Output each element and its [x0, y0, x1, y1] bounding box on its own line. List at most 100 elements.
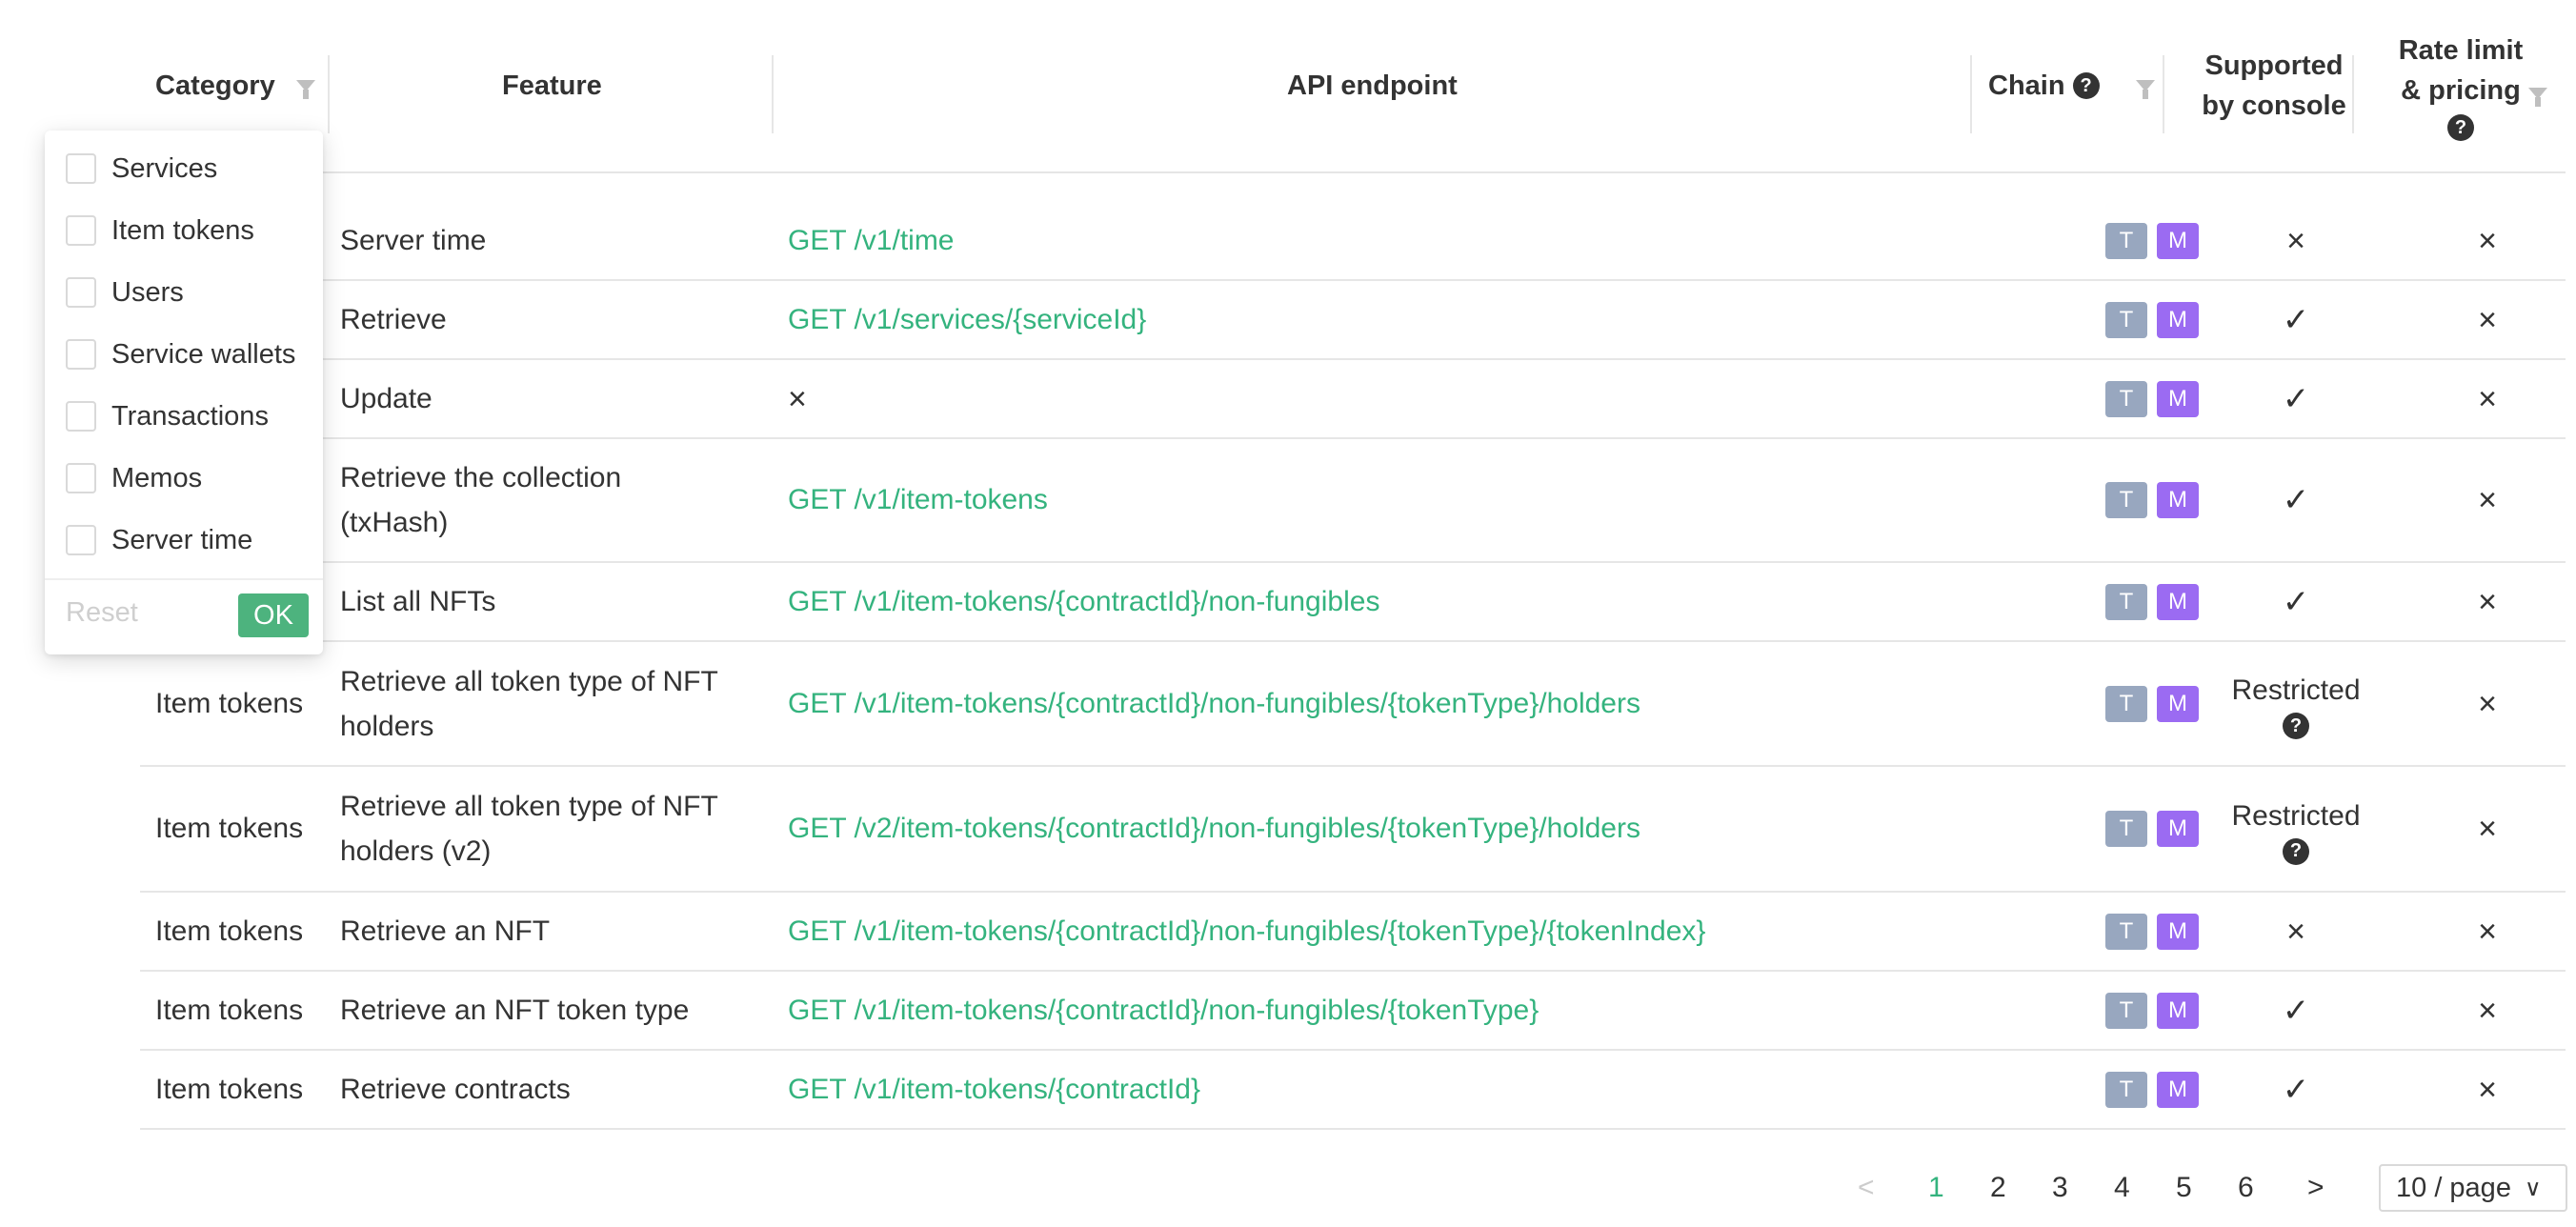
chain-badge-t: T [2105, 811, 2147, 847]
chain-badge-t: T [2105, 222, 2147, 259]
category-cell: Item tokens [155, 813, 304, 844]
table-row: Retrieve the collection (txHash) GET /v1… [140, 439, 2566, 563]
feature-cell: Retrieve an NFT [340, 915, 551, 947]
prev-page-button[interactable]: < [1858, 1172, 1875, 1204]
check-icon: ✓ [2282, 482, 2310, 518]
checkbox[interactable] [66, 339, 96, 370]
feature-cell: List all NFTs [340, 586, 496, 617]
header-divider [328, 55, 330, 133]
feature-cell: Retrieve [340, 304, 447, 335]
ok-button[interactable]: OK [238, 593, 309, 637]
table-row: Item tokens Retrieve all token type of N… [140, 767, 2566, 893]
check-icon: ✓ [2282, 380, 2310, 417]
checkbox[interactable] [66, 215, 96, 246]
help-icon[interactable]: ? [2283, 837, 2309, 865]
feature-cell: Retrieve an NFT token type [340, 995, 690, 1026]
x-icon: × [2478, 992, 2497, 1029]
header-divider [772, 55, 774, 133]
api-endpoint-link[interactable]: GET /v1/item-tokens/{contractId}/non-fun… [788, 688, 1640, 720]
filter-option-users[interactable]: Users [66, 273, 184, 312]
checkbox[interactable] [66, 525, 96, 555]
chain-badge-t: T [2105, 380, 2147, 417]
x-icon: × [2478, 301, 2497, 338]
checkbox[interactable] [66, 153, 96, 184]
x-icon: × [2478, 380, 2497, 417]
page-6[interactable]: 6 [2238, 1172, 2254, 1204]
filter-option-item-tokens[interactable]: Item tokens [66, 211, 254, 250]
chain-badge-t: T [2105, 685, 2147, 722]
x-icon: × [2478, 1071, 2497, 1108]
page-size-select[interactable]: 10 / page ∨ [2379, 1164, 2567, 1212]
filter-option-transactions[interactable]: Transactions [66, 397, 269, 435]
x-icon: × [2478, 482, 2497, 518]
x-icon: × [2286, 913, 2305, 950]
api-endpoint-link[interactable]: GET /v1/item-tokens [788, 484, 1048, 516]
check-icon: ✓ [2282, 583, 2310, 620]
filter-option-server-time[interactable]: Server time [66, 521, 252, 559]
x-icon: × [2286, 222, 2305, 259]
table-row: Server time GET /v1/time TM × × [140, 202, 2566, 281]
help-icon[interactable]: ? [2447, 114, 2474, 141]
header-divider [2163, 55, 2164, 133]
category-cell: Item tokens [155, 687, 304, 719]
category-filter-dropdown: Services Item tokens Users Service walle… [45, 131, 323, 654]
x-icon: × [2478, 811, 2497, 847]
filter-option-memos[interactable]: Memos [66, 459, 202, 497]
feature-cell: Retrieve the collection (txHash) [340, 462, 622, 538]
chain-badge-t: T [2105, 1071, 2147, 1108]
table-row: Item tokens Retrieve all token type of N… [140, 642, 2566, 767]
chain-badge-t: T [2105, 583, 2147, 620]
page-1[interactable]: 1 [1928, 1172, 1944, 1204]
chain-badge-t: T [2105, 482, 2147, 518]
x-icon: × [2478, 222, 2497, 259]
help-icon[interactable]: ? [2283, 713, 2309, 739]
check-icon: ✓ [2282, 1071, 2310, 1108]
category-cell: Item tokens [155, 1073, 304, 1105]
table-header: Category Feature API endpoint Chain ? Su… [140, 0, 2566, 173]
checkbox[interactable] [66, 401, 96, 432]
api-endpoint-link[interactable]: GET /v1/item-tokens/{contractId} [788, 1074, 1200, 1106]
filter-icon[interactable] [295, 80, 315, 99]
table-row: Update × TM ✓ × [140, 360, 2566, 439]
table-row: Retrieve GET /v1/services/{serviceId} TM… [140, 281, 2566, 360]
filter-option-service-wallets[interactable]: Service wallets [66, 335, 295, 373]
table-row: List all NFTs GET /v1/item-tokens/{contr… [140, 563, 2566, 642]
api-endpoint-link[interactable]: GET /v1/item-tokens/{contractId}/non-fun… [788, 915, 1705, 948]
chain-badge-t: T [2105, 913, 2147, 950]
restricted-label: Restricted [2231, 799, 2361, 832]
check-icon: ✓ [2282, 992, 2310, 1029]
filter-option-services[interactable]: Services [66, 150, 217, 188]
filter-icon[interactable] [2528, 88, 2547, 107]
page-4[interactable]: 4 [2114, 1172, 2130, 1204]
category-cell: Item tokens [155, 915, 304, 947]
table-row: Item tokens Retrieve an NFT token type G… [140, 972, 2566, 1051]
api-endpoint-link[interactable]: GET /v1/time [788, 225, 955, 257]
api-endpoint-link[interactable]: GET /v2/item-tokens/{contractId}/non-fun… [788, 813, 1640, 845]
x-icon: × [2478, 913, 2497, 950]
feature-cell: Update [340, 383, 433, 414]
next-page-button[interactable]: > [2307, 1172, 2324, 1204]
x-icon: × [788, 380, 807, 417]
reset-button[interactable]: Reset [66, 597, 138, 629]
header-supported-by-console: Supported by console [2202, 50, 2346, 121]
api-endpoint-link[interactable]: GET /v1/services/{serviceId} [788, 304, 1146, 336]
help-icon[interactable]: ? [2072, 72, 2100, 99]
table-row: Item tokens Retrieve contracts GET /v1/i… [140, 1051, 2566, 1130]
page-5[interactable]: 5 [2176, 1172, 2192, 1204]
header-api-endpoint: API endpoint [1287, 70, 1458, 101]
page-3[interactable]: 3 [2052, 1172, 2068, 1204]
check-icon: ✓ [2282, 301, 2310, 338]
checkbox[interactable] [66, 277, 96, 308]
filter-icon[interactable] [2135, 80, 2155, 99]
feature-cell: Retrieve all token type of NFT holders [340, 665, 718, 742]
header-divider [1970, 55, 1972, 133]
page-2[interactable]: 2 [1990, 1172, 2006, 1204]
feature-cell: Retrieve contracts [340, 1074, 571, 1105]
api-endpoint-link[interactable]: GET /v1/item-tokens/{contractId}/non-fun… [788, 586, 1379, 618]
table-row: Item tokens Retrieve an NFT GET /v1/item… [140, 893, 2566, 972]
feature-cell: Retrieve all token type of NFT holders (… [340, 791, 718, 867]
api-endpoint-link[interactable]: GET /v1/item-tokens/{contractId}/non-fun… [788, 995, 1539, 1027]
restricted-label: Restricted [2231, 674, 2361, 706]
dropdown-divider [45, 578, 323, 580]
checkbox[interactable] [66, 463, 96, 493]
